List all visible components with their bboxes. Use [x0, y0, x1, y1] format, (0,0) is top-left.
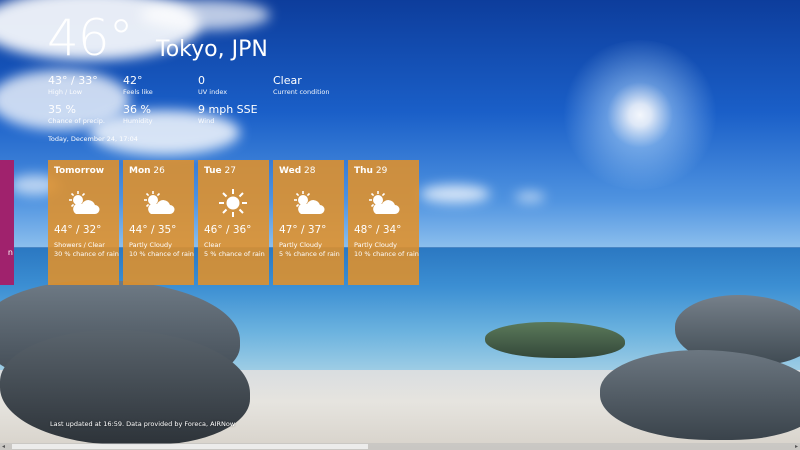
forecast-day-name: Tue: [204, 166, 222, 176]
forecast-tile-tue[interactable]: Tue 27 46° / 36° Clear 5 % chance of rai…: [198, 160, 269, 285]
stat-value: 35 %: [48, 103, 76, 116]
location-name: Tokyo, JPN: [156, 37, 268, 62]
scroll-right-icon[interactable]: ▸: [795, 443, 798, 450]
forecast-condition: Partly Cloudy: [354, 241, 397, 249]
stat-value: 42°: [123, 74, 143, 87]
forecast-day-name: Tomorrow: [54, 166, 105, 176]
forecast-day-name: Mon: [129, 166, 151, 176]
partly-cloudy-icon: [294, 191, 325, 214]
stat-value: 0: [198, 74, 205, 87]
stat-humidity: 36 % Humidity: [123, 103, 152, 126]
forecast-day: Thu 29: [354, 165, 387, 177]
forecast-rain-chance: 5 % chance of rain: [204, 250, 265, 258]
stat-high-low: 43° / 33° High / Low: [48, 74, 98, 97]
forecast-tile-mon[interactable]: Mon 26 44° / 35° Partly Cloudy 10 % chan…: [123, 160, 194, 285]
forecast-day-date: 26: [153, 166, 165, 176]
forecast-tile-wed[interactable]: Wed 28 47° / 37° Partly Cloudy 5 % chanc…: [273, 160, 344, 285]
stat-label: High / Low: [48, 88, 83, 96]
forecast-day: Tue 27: [204, 165, 236, 177]
stat-value: 36 %: [123, 103, 151, 116]
stat-label: Humidity: [123, 117, 153, 125]
forecast-condition: Showers / Clear: [54, 241, 105, 249]
forecast-rain-chance: 10 % chance of rain: [354, 250, 419, 258]
forecast-rain-chance: 10 % chance of rain: [129, 250, 194, 258]
stat-uv-index: 0 UV index: [198, 74, 227, 97]
forecast-tile-tomorrow[interactable]: Tomorrow 44° / 32° Showers / Clear 30 % …: [48, 160, 119, 285]
forecast-rain-chance: 5 % chance of rain: [279, 250, 340, 258]
partly-cloudy-icon: [69, 191, 100, 214]
forecast-high-low: 44° / 35°: [129, 224, 177, 236]
forecast-day-date: 28: [304, 166, 316, 176]
forecast-high-low: 47° / 37°: [279, 224, 327, 236]
forecast-day-name: Thu: [354, 166, 373, 176]
scroll-left-icon[interactable]: ◂: [2, 443, 5, 450]
partly-cloudy-icon: [369, 191, 400, 214]
date-time: Today, December 24, 17:04: [48, 135, 138, 143]
stat-value: 43° / 33°: [48, 74, 98, 87]
stat-label: Chance of precip.: [48, 117, 105, 125]
stat-label: UV index: [198, 88, 228, 96]
sun-icon: [219, 189, 247, 217]
forecast-day: Wed 28: [279, 165, 315, 177]
stat-precip-chance: 35 % Chance of precip.: [48, 103, 105, 126]
stat-label: Current condition: [273, 88, 330, 96]
forecast-day-name: Wed: [279, 166, 302, 176]
forecast-day-date: 29: [375, 166, 388, 176]
stat-wind: 9 mph SSE Wind: [198, 103, 258, 126]
forecast-condition: Clear: [204, 241, 221, 249]
current-temperature: 46°: [47, 9, 134, 67]
forecast-high-low: 46° / 36°: [204, 224, 252, 236]
stat-value: 9 mph SSE: [198, 103, 258, 116]
stat-label: Feels like: [123, 88, 153, 96]
stat-label: Wind: [198, 117, 215, 125]
forecast-condition: Partly Cloudy: [129, 241, 172, 249]
forecast-day: Tomorrow: [54, 165, 104, 177]
stat-current-condition: Clear Current condition: [273, 74, 330, 97]
forecast-rain-chance: 30 % chance of rain: [54, 250, 119, 258]
scrollbar-thumb[interactable]: [12, 444, 368, 449]
forecast-condition: Partly Cloudy: [279, 241, 322, 249]
forecast-high-low: 48° / 34°: [354, 224, 402, 236]
horizontal-scrollbar[interactable]: ◂ ▸: [0, 443, 800, 450]
forecast-day-date: 27: [224, 166, 236, 176]
stat-value: Clear: [273, 74, 302, 87]
stat-feels-like: 42° Feels like: [123, 74, 153, 97]
last-updated-footer: Last updated at 16:59. Data provided by …: [50, 420, 236, 428]
forecast-high-low: 44° / 32°: [54, 224, 102, 236]
partly-cloudy-icon: [144, 191, 175, 214]
forecast-day: Mon 26: [129, 165, 165, 177]
forecast-tile-thu[interactable]: Thu 29 48° / 34° Partly Cloudy 10 % chan…: [348, 160, 419, 285]
